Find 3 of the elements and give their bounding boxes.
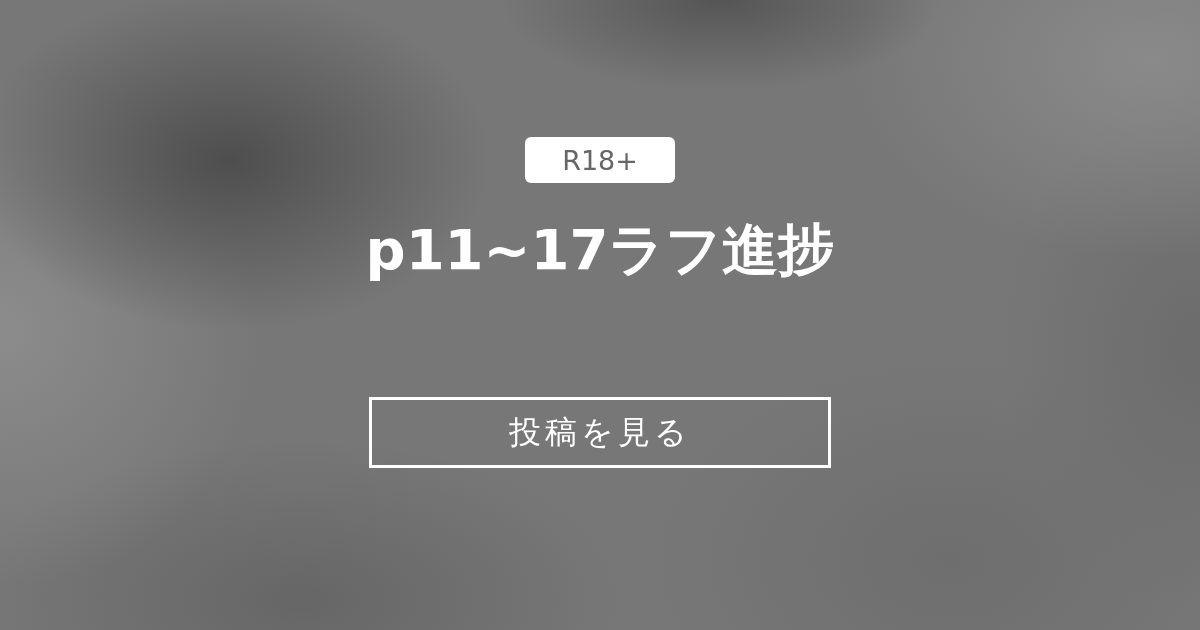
post-title: p11~17ラフ進捗 (365, 219, 835, 281)
age-rating-badge: R18+ (525, 137, 675, 183)
view-post-button[interactable]: 投稿を見る (369, 397, 831, 468)
